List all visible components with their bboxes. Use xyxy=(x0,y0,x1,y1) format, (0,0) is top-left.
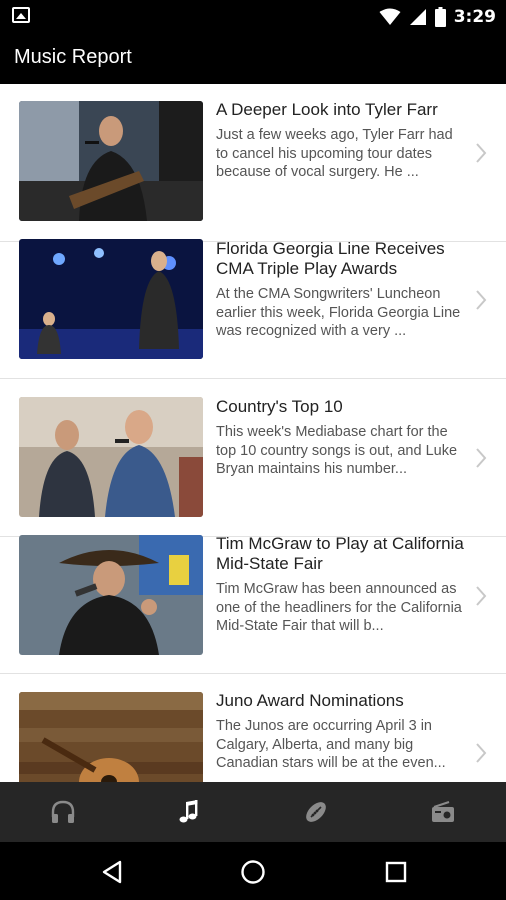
nav-headphones-button[interactable] xyxy=(0,782,126,842)
back-button[interactable] xyxy=(94,854,130,890)
chevron-right-icon xyxy=(476,290,487,310)
home-icon xyxy=(241,860,265,884)
article-title: A Deeper Look into Tyler Farr xyxy=(216,100,438,119)
chevron-right-icon xyxy=(476,743,487,763)
status-bar: 3:29 xyxy=(0,0,506,34)
article-title: Country's Top 10 xyxy=(216,397,343,416)
radio-icon xyxy=(432,801,454,822)
article-thumbnail xyxy=(19,692,203,782)
article-description: This week's Mediabase chart for the top … xyxy=(216,424,458,477)
recents-icon xyxy=(385,861,407,883)
nav-football-button[interactable] xyxy=(253,782,379,842)
bottom-nav xyxy=(0,782,506,842)
status-time: 3:29 xyxy=(453,7,496,27)
article-title: Juno Award Nominations xyxy=(216,691,404,710)
article-thumbnail xyxy=(19,101,203,221)
article-thumbnail xyxy=(19,397,203,517)
headphones-icon xyxy=(51,800,75,823)
wifi-icon xyxy=(379,8,401,25)
list-item[interactable]: Florida Georgia Line Receives CMA Triple… xyxy=(0,221,506,379)
nav-music-button[interactable] xyxy=(126,782,252,842)
article-description: The Junos are occurring April 3 in Calga… xyxy=(216,718,446,771)
back-icon xyxy=(102,860,122,884)
football-icon xyxy=(306,802,326,822)
image-notification-icon xyxy=(12,7,30,23)
list-item[interactable]: Tim McGraw to Play at California Mid-Sta… xyxy=(0,516,506,674)
list-item[interactable]: Country's Top 10 This week's Mediabase c… xyxy=(0,379,506,537)
chevron-right-icon xyxy=(476,143,487,163)
article-title: Tim McGraw to Play at California Mid-Sta… xyxy=(216,534,464,573)
battery-icon xyxy=(434,7,446,27)
chevron-right-icon xyxy=(476,448,487,468)
recents-button[interactable] xyxy=(378,854,414,890)
list-item[interactable]: Juno Award Nominations The Junos are occ… xyxy=(0,673,506,782)
article-description: At the CMA Songwriters' Luncheon earlier… xyxy=(216,286,461,339)
app-bar: Music Report xyxy=(0,34,506,84)
article-title: Florida Georgia Line Receives CMA Triple… xyxy=(216,239,445,278)
list-item[interactable]: A Deeper Look into Tyler Farr Just a few… xyxy=(0,84,506,242)
chevron-right-icon xyxy=(476,586,487,606)
article-description: Just a few weeks ago, Tyler Farr had to … xyxy=(216,127,453,180)
music-note-icon xyxy=(179,800,198,823)
system-nav-bar xyxy=(0,842,506,900)
status-icons: 3:29 xyxy=(379,5,496,29)
nav-radio-button[interactable] xyxy=(380,782,506,842)
home-button[interactable] xyxy=(235,854,271,890)
article-list: A Deeper Look into Tyler Farr Just a few… xyxy=(0,84,506,782)
article-description: Tim McGraw has been announced as one of … xyxy=(216,581,462,634)
cell-signal-icon xyxy=(409,9,426,25)
app-title: Music Report xyxy=(14,46,132,68)
article-thumbnail xyxy=(19,535,203,655)
article-thumbnail xyxy=(19,239,203,359)
